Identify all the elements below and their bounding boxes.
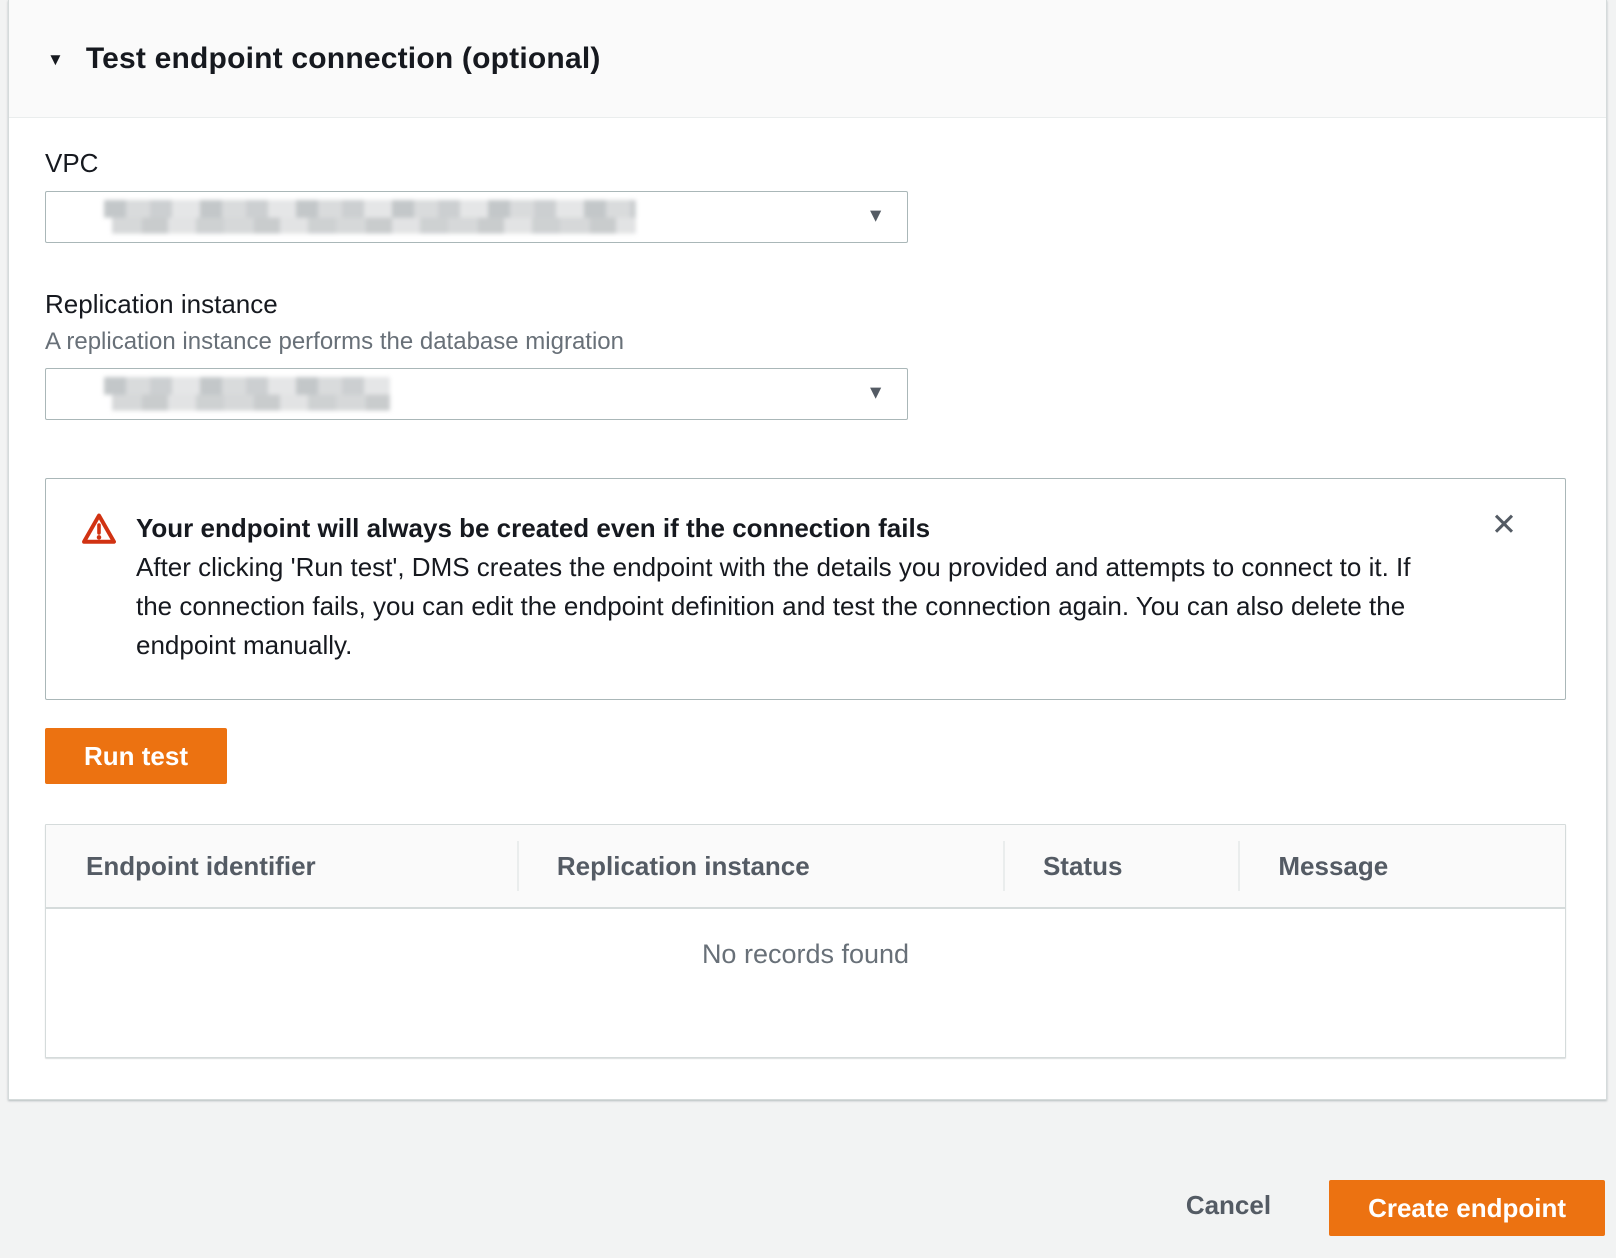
replication-instance-redacted-value (104, 377, 390, 411)
dropdown-arrow-icon: ▼ (866, 206, 885, 228)
run-test-button[interactable]: Run test (45, 728, 227, 784)
form-footer: Cancel Create endpoint (0, 1100, 1616, 1258)
vpc-select[interactable]: ▼ (45, 191, 908, 243)
replication-instance-label: Replication instance (45, 289, 1563, 320)
test-results-table: Endpoint identifier Replication instance… (45, 824, 1566, 1058)
column-header-endpoint-identifier: Endpoint identifier (46, 825, 517, 907)
cancel-button[interactable]: Cancel (1166, 1190, 1291, 1221)
vpc-redacted-value (104, 200, 636, 234)
warning-alert-text: Your endpoint will always be created eve… (136, 509, 1436, 665)
replication-instance-select[interactable]: ▼ (45, 368, 908, 420)
section-header-toggle[interactable]: ▼ Test endpoint connection (optional) (9, 0, 1606, 118)
test-endpoint-connection-section: ▼ Test endpoint connection (optional) VP… (8, 0, 1607, 1100)
close-icon[interactable]: ✕ (1487, 505, 1521, 544)
section-title: Test endpoint connection (optional) (86, 42, 601, 76)
vpc-label: VPC (45, 148, 1563, 179)
section-body: VPC ▼ Replication instance A replication… (9, 118, 1606, 1058)
table-header-row: Endpoint identifier Replication instance… (46, 825, 1565, 909)
empty-state-text: No records found (46, 909, 1565, 970)
warning-alert: Your endpoint will always be created eve… (45, 478, 1566, 700)
table-body: No records found (46, 909, 1565, 1057)
warning-icon (80, 511, 118, 547)
create-endpoint-button[interactable]: Create endpoint (1329, 1180, 1605, 1236)
column-header-status: Status (1003, 825, 1238, 907)
column-header-replication-instance: Replication instance (517, 825, 1003, 907)
collapse-triangle-icon: ▼ (47, 50, 64, 70)
warning-alert-title: Your endpoint will always be created eve… (136, 509, 1436, 547)
dropdown-arrow-icon: ▼ (866, 383, 885, 405)
replication-instance-description: A replication instance performs the data… (45, 328, 1563, 356)
column-header-message: Message (1238, 825, 1565, 907)
warning-alert-body: After clicking 'Run test', DMS creates t… (136, 548, 1436, 665)
